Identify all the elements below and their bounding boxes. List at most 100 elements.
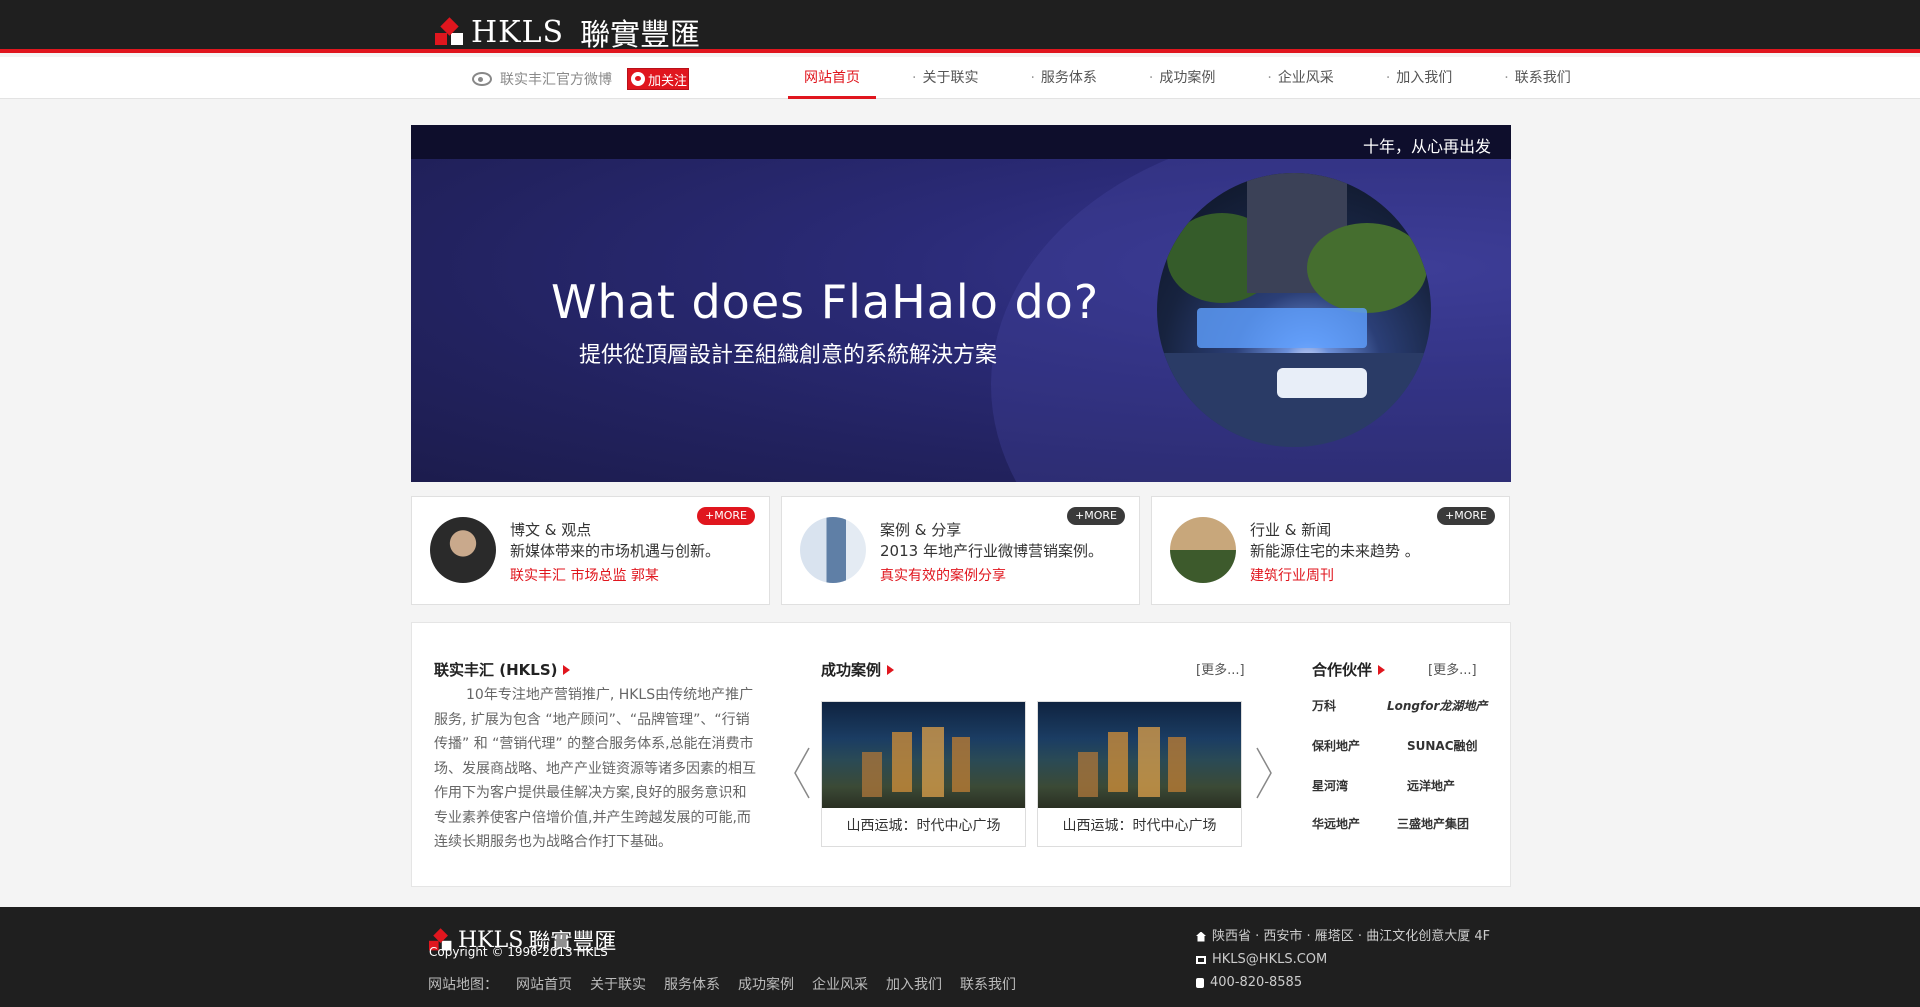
nav-label: 网站首页 xyxy=(804,70,860,86)
chevron-right-icon xyxy=(1256,747,1272,799)
case-image xyxy=(1038,702,1241,808)
carousel-next-button[interactable] xyxy=(1254,746,1274,800)
logo-mark-icon xyxy=(435,17,465,47)
weibo-icon xyxy=(472,72,492,86)
about-text: 10年专注地产营销推广, HKLS由传统地产推广服务, 扩展为包含 “地产顾问”… xyxy=(434,687,756,850)
case-caption: 山西运城：时代中心广场 xyxy=(846,818,1001,834)
about-title-text: 联实丰汇 (HKLS) xyxy=(434,661,558,679)
top-header: HKLS 聯實豐匯 xyxy=(0,0,1920,53)
banner-subtitle: 提供從頂層設計至組織創意的系統解決方案 xyxy=(579,343,998,368)
home-icon xyxy=(1196,931,1206,942)
weibo-text: 联实丰汇官方微博 xyxy=(500,72,612,88)
card-desc[interactable]: 新媒体带来的市场机遇与创新。 xyxy=(510,540,720,561)
partner-logo[interactable]: 保利地产 xyxy=(1312,737,1360,754)
hero-banner[interactable]: 十年，从心再出发 What does FlaHalo do? 提供從頂層設計至組… xyxy=(411,125,1511,482)
nav-label: 服务体系 xyxy=(1040,70,1097,86)
partner-logo[interactable]: 三盛地产集团 xyxy=(1397,815,1469,832)
arrow-right-icon xyxy=(887,665,895,675)
partners-title[interactable]: 合作伙伴 xyxy=(1312,659,1386,680)
follow-button[interactable]: 加关注 xyxy=(627,68,689,90)
email[interactable]: HKLS@HKLS.COM xyxy=(1212,948,1327,971)
site-footer: HKLS 聯實豐匯 Copyright © 1996-2013 HKLS 网站地… xyxy=(0,907,1920,1007)
partner-logo[interactable]: SUNAC融创 xyxy=(1407,737,1478,754)
chevron-left-icon xyxy=(794,747,810,799)
building-thumbnail xyxy=(800,517,866,583)
card-link[interactable]: 真实有效的案例分享 xyxy=(880,565,1006,585)
mail-icon xyxy=(1196,955,1206,964)
avatar xyxy=(430,517,496,583)
card-desc[interactable]: 新能源住宅的未来趋势 。 xyxy=(1250,540,1420,561)
site-logo[interactable]: HKLS 聯實豐匯 xyxy=(435,10,700,54)
follow-label: 加关注 xyxy=(648,73,688,89)
card-blog[interactable]: 博文 & 观点 新媒体带来的市场机遇与创新。 联实丰汇 市场总监 郭某 +MOR… xyxy=(411,496,770,605)
footer-link-join[interactable]: 加入我们 xyxy=(886,974,942,994)
weibo-small-icon xyxy=(631,72,645,86)
card-cases[interactable]: 案例 & 分享 2013 年地产行业微博营销案例。 真实有效的案例分享 +MOR… xyxy=(781,496,1140,605)
nav-item-join[interactable]: · 加入我们 xyxy=(1370,57,1468,99)
partners-title-text: 合作伙伴 xyxy=(1312,661,1373,679)
case-item[interactable]: 山西运城：时代中心广场 xyxy=(1037,701,1242,847)
more-button[interactable]: +MORE xyxy=(697,507,755,525)
card-title: 博文 & 观点 xyxy=(510,521,592,539)
phone: 400-820-8585 xyxy=(1210,975,1303,990)
card-desc[interactable]: 2013 年地产行业微博营销案例。 xyxy=(880,540,1103,561)
nav-item-style[interactable]: · 企业风采 xyxy=(1251,57,1349,99)
address: 陕西省 · 西安市 · 雁塔区 · 曲江文化创意大厦 4F xyxy=(1212,929,1491,944)
footer-links: 网站地图： 网站首页 关于联实 服务体系 成功案例 企业风采 加入我们 联系我们 xyxy=(428,974,1016,994)
footer-link-services[interactable]: 服务体系 xyxy=(664,974,720,994)
partner-logo[interactable]: 星河湾 xyxy=(1312,777,1348,794)
nav-label: 成功案例 xyxy=(1159,70,1216,86)
nav-label: 联系我们 xyxy=(1514,70,1571,86)
card-news[interactable]: 行业 & 新闻 新能源住宅的未来趋势 。 建筑行业周刊 +MORE xyxy=(1151,496,1510,605)
carousel-prev-button[interactable] xyxy=(792,746,812,800)
banner-slogan: 十年，从心再出发 xyxy=(1362,137,1491,156)
footer-link-cases[interactable]: 成功案例 xyxy=(738,974,794,994)
info-panel: 联实丰汇 (HKLS) 10年专注地产营销推广, HKLS由传统地产推广服务, … xyxy=(411,622,1511,887)
nav-label: 关于联实 xyxy=(922,70,979,86)
partner-logo[interactable]: 远洋地产 xyxy=(1407,777,1455,794)
footer-contact: 陕西省 · 西安市 · 雁塔区 · 曲江文化创意大厦 4F HKLS@HKLS.… xyxy=(1196,925,1490,994)
nav-item-cases[interactable]: · 成功案例 xyxy=(1133,57,1231,99)
footer-link-home[interactable]: 网站首页 xyxy=(516,974,572,994)
case-image xyxy=(822,702,1025,808)
nav-item-contact[interactable]: · 联系我们 xyxy=(1488,57,1586,99)
card-link[interactable]: 联实丰汇 市场总监 郭某 xyxy=(510,565,659,585)
card-title: 案例 & 分享 xyxy=(880,521,962,539)
partner-logo[interactable]: 华远地产 xyxy=(1312,815,1360,832)
copyright: Copyright © 1996-2013 HKLS xyxy=(429,945,608,959)
logo-text-cn: 聯實豐匯 xyxy=(580,18,701,53)
card-title: 行业 & 新闻 xyxy=(1250,521,1332,539)
footer-link-about[interactable]: 关于联实 xyxy=(590,974,646,994)
house-thumbnail xyxy=(1170,517,1236,583)
case-item[interactable]: 山西运城：时代中心广场 xyxy=(821,701,1026,847)
nav-item-about[interactable]: · 关于联实 xyxy=(896,57,994,99)
main-navbar: 联实丰汇官方微博 加关注 网站首页 · 关于联实 · 服务体系 · 成功案例 · 企业风… xyxy=(0,57,1920,99)
more-button[interactable]: +MORE xyxy=(1067,507,1125,525)
arrow-right-icon xyxy=(563,665,571,675)
nav-item-home[interactable]: 网站首页 xyxy=(788,57,876,99)
cases-more-link[interactable]: [更多...] xyxy=(1196,659,1245,678)
banner-title: What does FlaHalo do? xyxy=(551,275,1100,329)
about-title[interactable]: 联实丰汇 (HKLS) xyxy=(434,659,571,680)
nav-menu: 网站首页 · 关于联实 · 服务体系 · 成功案例 · 企业风采 · 加入我们 · 联系我们 xyxy=(788,57,1607,99)
banner-top-strip: 十年，从心再出发 xyxy=(411,125,1511,159)
nav-label: 加入我们 xyxy=(1396,70,1453,86)
nav-label: 企业风采 xyxy=(1277,70,1334,86)
logo-text-en: HKLS xyxy=(471,14,565,50)
banner-photo xyxy=(1157,173,1431,447)
cases-title-text: 成功案例 xyxy=(821,661,882,679)
phone-icon xyxy=(1196,977,1204,988)
arrow-right-icon xyxy=(1378,665,1386,675)
more-button[interactable]: +MORE xyxy=(1437,507,1495,525)
footer-link-contact[interactable]: 联系我们 xyxy=(960,974,1016,994)
partner-logo[interactable]: 万科 xyxy=(1312,697,1336,714)
sitemap-label: 网站地图： xyxy=(428,977,498,993)
nav-item-services[interactable]: · 服务体系 xyxy=(1014,57,1112,99)
weibo-link[interactable]: 联实丰汇官方微博 xyxy=(472,69,612,89)
case-caption: 山西运城：时代中心广场 xyxy=(1062,818,1217,834)
card-link[interactable]: 建筑行业周刊 xyxy=(1250,565,1334,585)
partner-logo[interactable]: Longfor龙湖地产 xyxy=(1387,697,1487,714)
partners-more-link[interactable]: [更多...] xyxy=(1428,659,1477,678)
cases-title[interactable]: 成功案例 xyxy=(821,659,895,680)
footer-link-style[interactable]: 企业风采 xyxy=(812,974,868,994)
